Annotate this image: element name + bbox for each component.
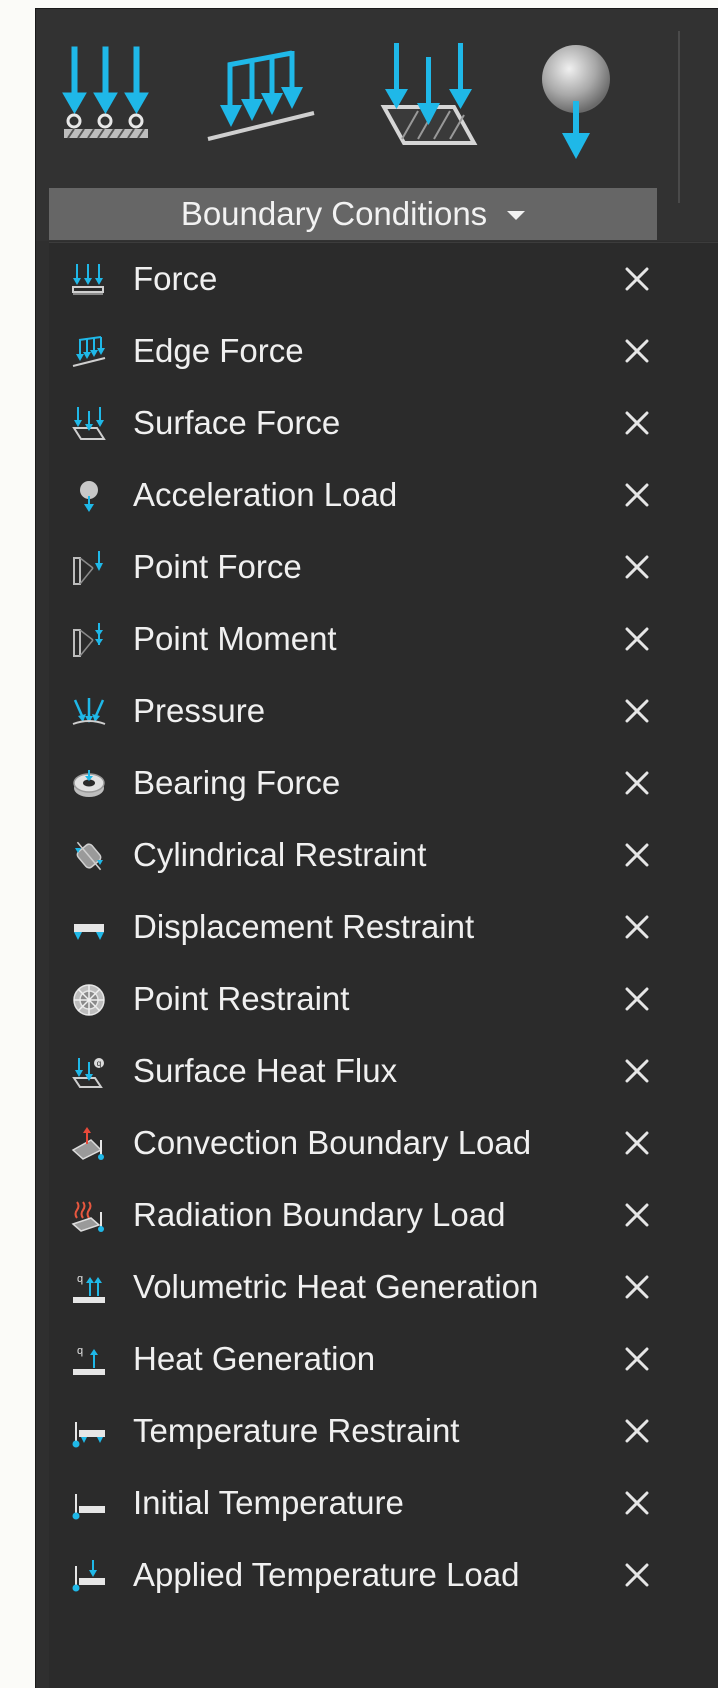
menu-item-initial-temperature[interactable]: Initial Temperature xyxy=(49,1467,718,1539)
menu-item-applied-temperature-load[interactable]: Applied Temperature Load xyxy=(49,1539,718,1611)
menu-item-temperature-restraint[interactable]: Temperature Restraint xyxy=(49,1395,718,1467)
menu-item-label: Surface Force xyxy=(133,404,341,441)
edge-force-icon xyxy=(72,336,106,367)
menu-item-pressure[interactable]: Pressure xyxy=(49,675,718,747)
menu-item-label: Edge Force xyxy=(133,332,304,369)
menu-item-surface-heat-flux[interactable]: q Surface Heat Flux xyxy=(49,1035,718,1107)
close-icon[interactable] xyxy=(619,621,655,657)
menu-item-label: Force xyxy=(133,260,218,297)
surface-force-icon xyxy=(72,407,106,440)
menu-item-label: Bearing Force xyxy=(133,764,341,801)
acceleration-load-icon xyxy=(80,481,98,512)
menu-item-displacement-restraint[interactable]: Displacement Restraint xyxy=(49,891,718,963)
menu-item-volumetric-heat-generation[interactable]: q Volumetric Heat Generation xyxy=(49,1251,718,1323)
close-icon[interactable] xyxy=(619,1413,655,1449)
menu-item-label: Surface Heat Flux xyxy=(133,1052,398,1089)
menu-item-bearing-force[interactable]: Bearing Force xyxy=(49,747,718,819)
menu-item-force[interactable]: Force xyxy=(49,243,718,315)
point-moment-icon xyxy=(73,623,103,657)
ribbon-separator xyxy=(678,31,680,203)
menu-item-edge-force[interactable]: Edge Force xyxy=(49,315,718,387)
cylindrical-restraint-icon xyxy=(75,841,103,871)
temperature-restraint-icon xyxy=(72,1422,105,1448)
boundary-conditions-panel: Boundary Conditions Force Edge Force Sur… xyxy=(35,8,718,1688)
displacement-restraint-icon xyxy=(74,924,104,940)
svg-text:q: q xyxy=(77,1273,83,1285)
menu-item-label: Volumetric Heat Generation xyxy=(133,1268,539,1305)
ribbon-force-button[interactable] xyxy=(58,39,154,159)
menu-item-point-force[interactable]: Point Force xyxy=(49,531,718,603)
close-icon[interactable] xyxy=(619,549,655,585)
close-icon[interactable] xyxy=(619,1053,655,1089)
close-icon[interactable] xyxy=(619,333,655,369)
svg-text:q: q xyxy=(97,1059,101,1068)
group-label-text: Boundary Conditions xyxy=(180,195,488,232)
initial-temperature-icon xyxy=(72,1494,105,1520)
point-restraint-icon xyxy=(73,984,105,1016)
close-icon[interactable] xyxy=(619,837,655,873)
surface-force-icon xyxy=(380,43,478,145)
menu-item-surface-force[interactable]: Surface Force xyxy=(49,387,718,459)
menu-item-acceleration-load[interactable]: Acceleration Load xyxy=(49,459,718,531)
close-icon[interactable] xyxy=(619,909,655,945)
boundary-conditions-dropdown-button[interactable]: Boundary Conditions xyxy=(49,188,657,240)
page: Boundary Conditions Force Edge Force Sur… xyxy=(0,0,718,1688)
menu-item-point-moment[interactable]: Point Moment xyxy=(49,603,718,675)
ribbon-edge-force-button[interactable] xyxy=(202,39,318,159)
menu-item-label: Acceleration Load xyxy=(133,476,398,513)
ribbon-surface-force-button[interactable] xyxy=(374,39,482,159)
surface-heat-flux-icon: q xyxy=(72,1058,104,1088)
radiation-boundary-load-icon xyxy=(71,1201,104,1232)
menu-item-label: Pressure xyxy=(133,692,266,729)
close-icon[interactable] xyxy=(619,1197,655,1233)
applied-temperature-load-icon xyxy=(72,1560,105,1592)
boundary-conditions-menu: Force Edge Force Surface Force Accelerat… xyxy=(49,242,718,1688)
close-icon[interactable] xyxy=(619,693,655,729)
menu-item-label: Radiation Boundary Load xyxy=(133,1196,506,1233)
force-icon xyxy=(62,46,149,139)
menu-item-label: Cylindrical Restraint xyxy=(133,836,427,873)
ribbon-group: Boundary Conditions xyxy=(36,9,718,241)
menu-item-label: Convection Boundary Load xyxy=(133,1124,532,1161)
menu-item-label: Displacement Restraint xyxy=(133,908,475,945)
convection-boundary-load-icon xyxy=(71,1127,104,1160)
caret-down-icon xyxy=(507,210,526,220)
menu-item-label: Initial Temperature xyxy=(133,1484,404,1521)
pressure-icon xyxy=(72,698,106,725)
svg-text:q: q xyxy=(77,1345,83,1357)
acceleration-load-icon xyxy=(542,45,610,159)
close-icon[interactable] xyxy=(619,981,655,1017)
heat-generation-icon: q xyxy=(73,1345,105,1375)
close-icon[interactable] xyxy=(619,765,655,801)
menu-item-label: Point Moment xyxy=(133,620,337,657)
menu-item-label: Applied Temperature Load xyxy=(133,1556,520,1593)
close-icon[interactable] xyxy=(619,1269,655,1305)
ribbon-acceleration-load-button[interactable] xyxy=(536,39,616,169)
bearing-force-icon xyxy=(73,770,105,797)
close-icon[interactable] xyxy=(619,1125,655,1161)
menu-item-label: Point Force xyxy=(133,548,302,585)
force-icon xyxy=(72,264,104,295)
menu-item-radiation-boundary-load[interactable]: Radiation Boundary Load xyxy=(49,1179,718,1251)
menu-item-heat-generation[interactable]: q Heat Generation xyxy=(49,1323,718,1395)
point-force-icon xyxy=(73,551,103,585)
menu-item-point-restraint[interactable]: Point Restraint xyxy=(49,963,718,1035)
menu-item-label: Point Restraint xyxy=(133,980,350,1017)
menu-item-convection-boundary-load[interactable]: Convection Boundary Load xyxy=(49,1107,718,1179)
close-icon[interactable] xyxy=(619,261,655,297)
close-icon[interactable] xyxy=(619,1485,655,1521)
close-icon[interactable] xyxy=(619,1557,655,1593)
menu-item-label: Heat Generation xyxy=(133,1340,376,1377)
close-icon[interactable] xyxy=(619,405,655,441)
edge-force-icon xyxy=(207,50,315,141)
volumetric-heat-generation-icon: q xyxy=(73,1273,105,1303)
close-icon[interactable] xyxy=(619,477,655,513)
menu-item-cylindrical-restraint[interactable]: Cylindrical Restraint xyxy=(49,819,718,891)
close-icon[interactable] xyxy=(619,1341,655,1377)
menu-item-label: Temperature Restraint xyxy=(133,1412,460,1449)
